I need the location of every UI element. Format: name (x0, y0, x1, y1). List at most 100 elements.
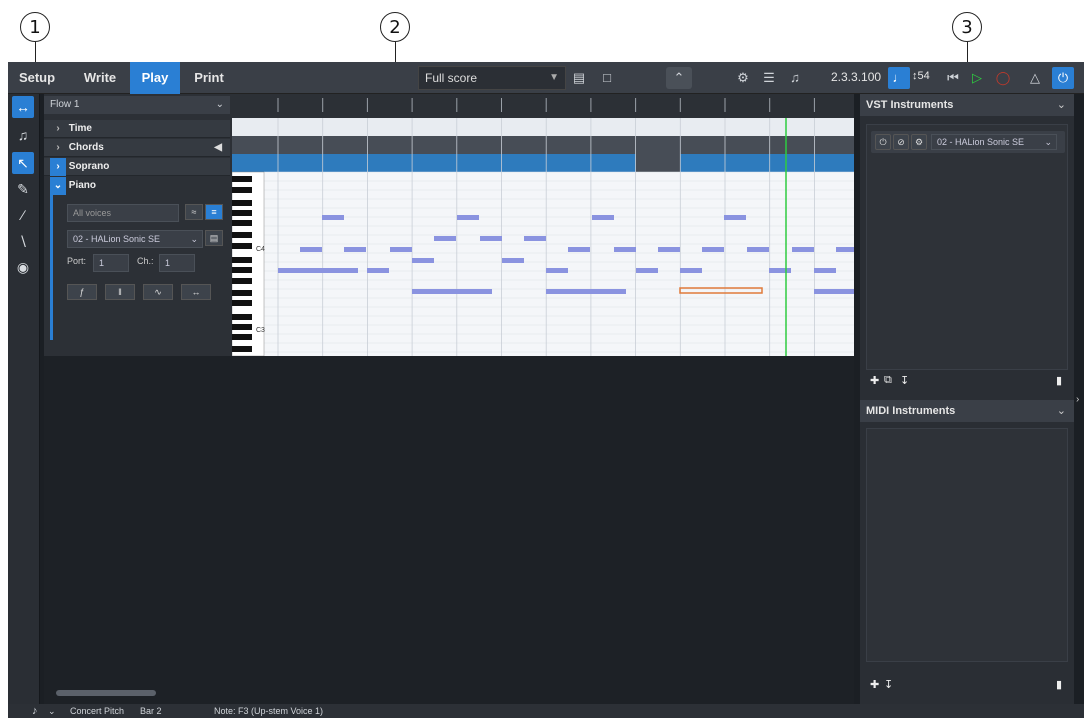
midi-note (278, 268, 358, 273)
callout-1: 1 (20, 12, 50, 42)
select-tool-icon[interactable]: ↖ (12, 152, 34, 174)
expand-icon[interactable]: › (50, 139, 66, 157)
stretch-tool-icon[interactable]: ∖ (12, 230, 34, 252)
expand-icon[interactable]: › (50, 158, 66, 176)
voices-selector[interactable]: All voices (67, 204, 179, 222)
track-chords[interactable]: › Chords ◀ (44, 139, 230, 157)
track-list: Flow 1 ⌄ › Time › Chords ◀ › Soprano ⌄ P… (44, 94, 232, 356)
rewind-icon[interactable]: ⏮ (942, 67, 964, 89)
note-input-icon[interactable]: ↔ (12, 96, 34, 118)
trash-icon[interactable]: ▮ (1056, 678, 1062, 691)
midi-note (412, 258, 434, 263)
gear-icon[interactable]: ⚙ (911, 134, 927, 150)
black-key (232, 267, 252, 273)
video-icon[interactable]: ⚙ (732, 67, 754, 89)
chevron-down-icon: ⌄ (1056, 99, 1066, 111)
midi-note (636, 268, 658, 273)
layout-selector[interactable]: Full score ▼ (418, 66, 566, 90)
chevron-up-icon[interactable]: ⌃ (666, 67, 692, 89)
note-value-icon[interactable]: ♩ (888, 67, 910, 89)
black-key (232, 346, 252, 352)
chevron-down-icon: ⌄ (1056, 405, 1066, 417)
line-tool-icon[interactable]: ∕ (12, 204, 34, 226)
chevron-down-icon[interactable]: ⌄ (48, 704, 56, 718)
metronome-icon[interactable]: △ (1024, 67, 1046, 89)
flow-selector[interactable]: Flow 1 ⌄ (44, 96, 230, 114)
midi-note (814, 268, 836, 273)
vst-instrument-selector[interactable]: 02 - HALion Sonic SE ⌄ (931, 134, 1057, 150)
port-selector[interactable]: 1 (93, 254, 129, 272)
toolbar: Setup Write Play Print Full score ▼ ▤ □ … (8, 62, 1084, 94)
instrument-selector[interactable]: 02 - HALion Sonic SE ⌄ (67, 230, 203, 248)
cc-lane-icon[interactable]: ‖ (105, 284, 135, 300)
soprano-lane (232, 154, 854, 172)
note-duration-icon[interactable]: ♪ (32, 704, 38, 718)
vst-instruments-header[interactable]: VST Instruments ⌄ (860, 94, 1074, 116)
chevron-down-icon: ⌄ (1044, 137, 1052, 147)
dynamics-lane-icon[interactable]: ↔ (181, 284, 211, 300)
channel-selector[interactable]: 1 (159, 254, 195, 272)
add-midi-icon[interactable]: ✚ (870, 678, 879, 691)
expand-icon[interactable]: › (50, 120, 66, 138)
vst-instruments-list: ⏻ ⊘ ⚙ 02 - HALion Sonic SE ⌄ (866, 124, 1068, 370)
piano-track-controls: All voices ≈ ≡ 02 - HALion Sonic SE ⌄ ▤ … (50, 190, 230, 340)
port-label: Port: (67, 256, 87, 266)
pitch-bend-icon[interactable]: ∿ (143, 284, 173, 300)
midi-note (769, 268, 791, 273)
galley-view-icon[interactable]: ▤ (568, 67, 590, 89)
pencil-icon[interactable]: ✎ (12, 178, 34, 200)
mode-setup[interactable]: Setup (8, 62, 66, 94)
port-value: 1 (99, 258, 105, 268)
velocity-lane-icon[interactable]: ƒ (67, 284, 97, 300)
collapse-left-icon[interactable]: ◀ (214, 139, 222, 157)
midi-note (434, 236, 456, 241)
load-icon[interactable]: ↧ (900, 374, 909, 387)
page-view-icon[interactable]: □ (596, 67, 618, 89)
mode-print[interactable]: Print (184, 62, 234, 94)
black-key (232, 220, 252, 226)
panel-collapse-icon[interactable]: › (1076, 394, 1079, 405)
power-icon[interactable]: ⏻ (875, 134, 891, 150)
tempo-display: ↕54 (912, 70, 930, 82)
black-key (232, 176, 252, 182)
midi-note (546, 268, 568, 273)
mode-play[interactable]: Play (130, 62, 180, 94)
piano-roll-editor[interactable]: C4 C3 (231, 94, 860, 357)
track-soprano[interactable]: › Soprano (44, 158, 230, 176)
concert-pitch-toggle[interactable]: Concert Pitch (70, 704, 124, 718)
load-icon[interactable]: ↧ (884, 678, 893, 691)
horizontal-scrollbar[interactable] (56, 690, 156, 696)
midi-filter-icon[interactable]: ≡ (205, 204, 223, 220)
instrument-edit-icon[interactable]: ▤ (205, 230, 223, 246)
chevron-down-icon: ▼ (549, 72, 559, 83)
vst-instrument-label: 02 - HALion Sonic SE (937, 137, 1025, 147)
track-time[interactable]: › Time (44, 120, 230, 138)
chevron-down-icon: ⌄ (190, 234, 198, 244)
vst-instrument-slot: ⏻ ⊘ ⚙ 02 - HALion Sonic SE ⌄ (871, 131, 1065, 153)
eraser-icon[interactable]: ◉ (12, 256, 34, 278)
play-icon[interactable]: ▷ (966, 67, 988, 89)
music-note-icon[interactable]: ♫ (12, 124, 34, 146)
midi-note (524, 236, 546, 241)
trash-icon[interactable]: ▮ (1056, 374, 1062, 387)
piano-roll-canvas[interactable] (231, 94, 860, 357)
midi-note (300, 247, 322, 252)
mode-write[interactable]: Write (72, 62, 128, 94)
midi-note (390, 247, 412, 252)
keyboard-icon[interactable]: ♫ (784, 67, 806, 89)
time-lane (232, 118, 854, 136)
power-icon[interactable]: ⏻ (1052, 67, 1074, 89)
duplicate-icon[interactable]: ⧉ (884, 374, 892, 387)
record-icon[interactable]: ◯ (992, 67, 1014, 89)
velocity-icon[interactable]: ≈ (185, 204, 203, 220)
midi-instruments-header[interactable]: MIDI Instruments ⌄ (860, 400, 1074, 422)
midi-note (568, 247, 590, 252)
soprano-lane-gap (636, 154, 680, 172)
track-label: Time (68, 123, 92, 134)
flow-selector-label: Flow 1 (50, 99, 80, 110)
channel-value: 1 (165, 258, 171, 268)
bypass-icon[interactable]: ⊘ (893, 134, 909, 150)
add-vst-icon[interactable]: ✚ (870, 374, 879, 387)
mixer-icon[interactable]: ☰ (758, 67, 780, 89)
black-key (232, 232, 252, 238)
